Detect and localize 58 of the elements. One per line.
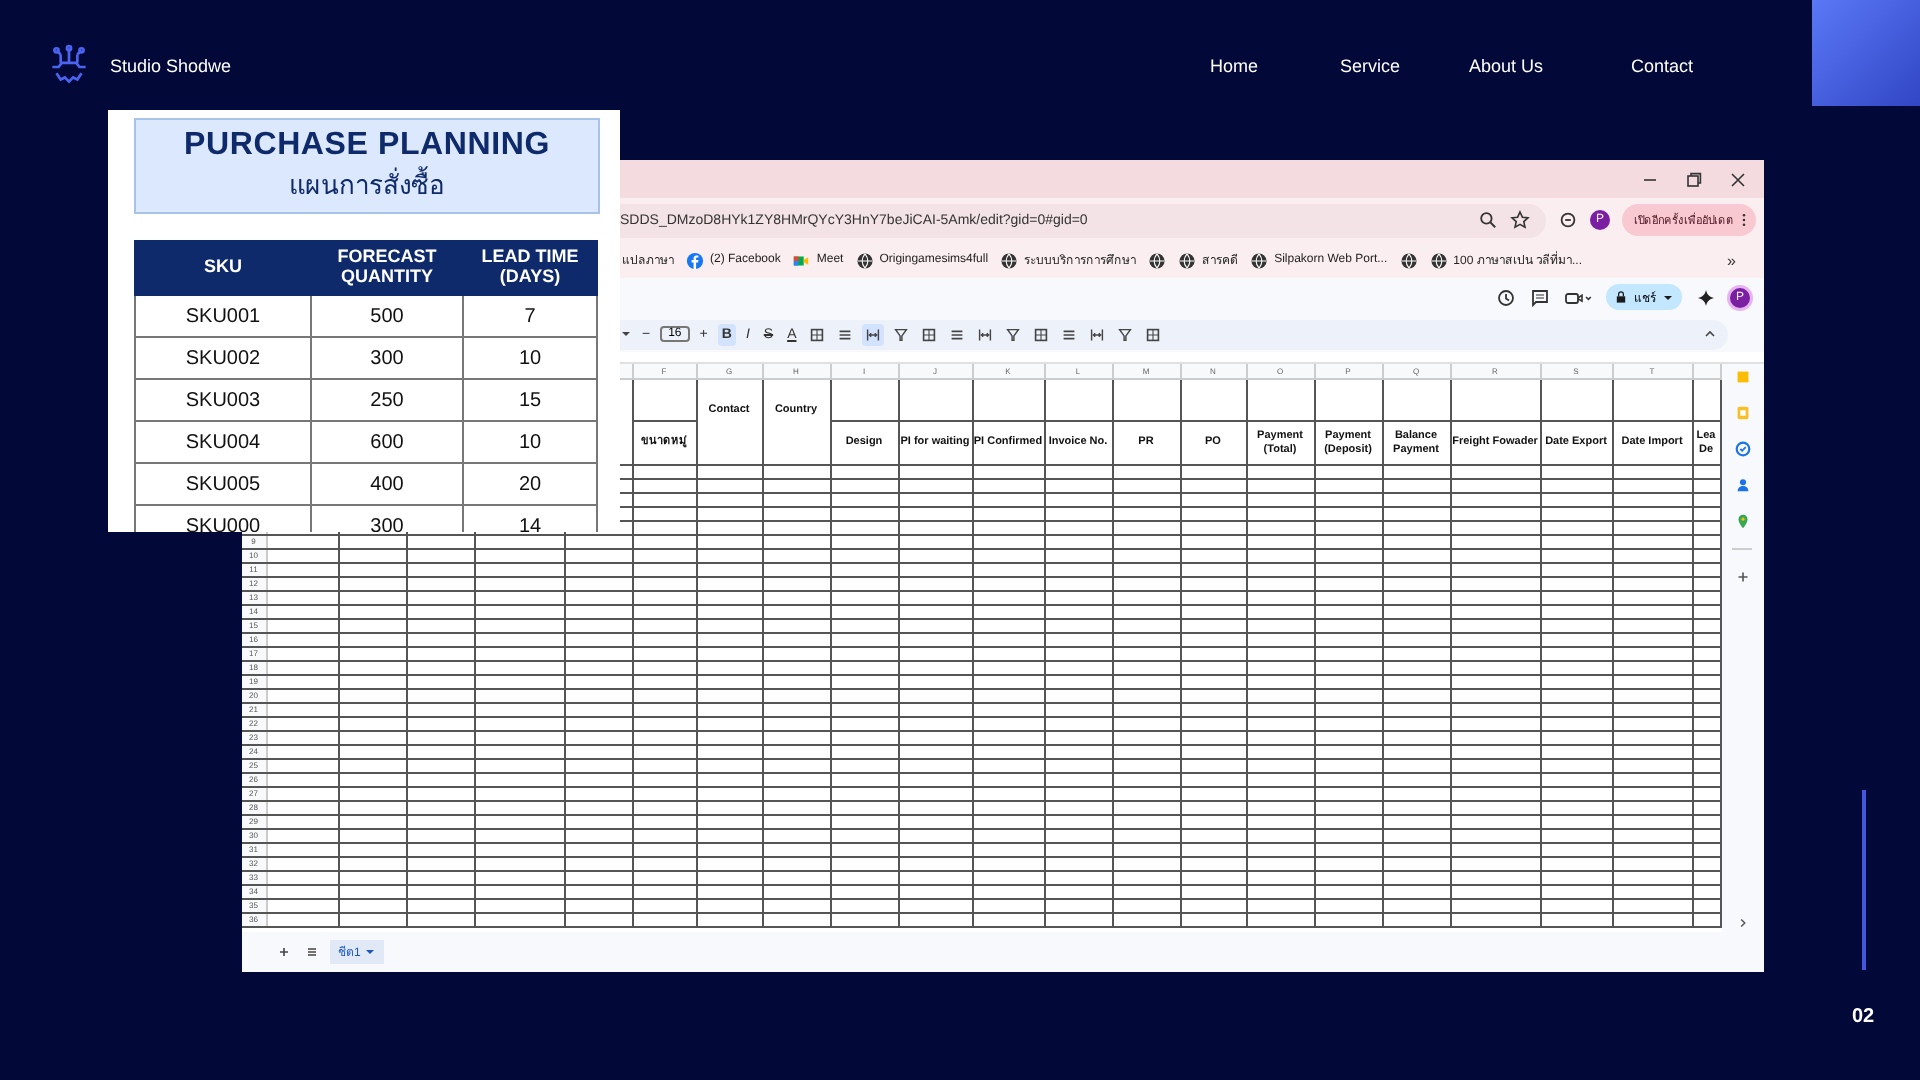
table-cell: SKU002: [135, 337, 311, 379]
card-title: PURCHASE PLANNING: [184, 127, 550, 163]
map-pin-icon[interactable]: [1733, 512, 1752, 530]
table-cell: 500: [311, 295, 463, 337]
video-call-icon[interactable]: [1564, 287, 1592, 307]
globe-icon[interactable]: [1148, 251, 1167, 269]
close-icon[interactable]: [1728, 169, 1748, 189]
table-cell: SKU004: [135, 421, 311, 463]
more-icon[interactable]: [1740, 212, 1748, 228]
table-header: LEAD TIME (DAYS): [463, 241, 597, 295]
zoom-icon[interactable]: [1478, 210, 1498, 230]
nav-link[interactable]: Home: [1166, 56, 1302, 76]
table-header: SKU: [135, 241, 311, 295]
more-bookmarks-button[interactable]: »: [1727, 251, 1736, 269]
menu-icon[interactable]: [302, 942, 322, 962]
globe-icon[interactable]: [1250, 251, 1269, 269]
sparkle-icon[interactable]: [1696, 287, 1716, 307]
nav-link[interactable]: Contact: [1594, 56, 1730, 76]
caret-icon: [1662, 291, 1674, 303]
page-number: 02: [1852, 1006, 1875, 1028]
table-cell: 15: [463, 379, 597, 421]
add-sheet-icon[interactable]: [274, 942, 294, 962]
accent-square: [1812, 0, 1920, 106]
card-subtitle: แผนการสั่งซื้อ: [289, 164, 445, 203]
table-cell: 7: [463, 295, 597, 337]
table-cell: SKU001: [135, 295, 311, 337]
table-cell: 10: [463, 337, 597, 379]
globe-icon[interactable]: [1178, 251, 1197, 269]
globe-icon[interactable]: [855, 251, 874, 269]
person-icon[interactable]: [1733, 476, 1752, 494]
table-cell: SKU005: [135, 463, 311, 505]
video-camera-icon[interactable]: [792, 251, 811, 269]
globe-icon[interactable]: [1399, 251, 1418, 269]
history-icon[interactable]: [1496, 287, 1516, 307]
tasks-icon[interactable]: [1733, 440, 1752, 458]
add-icon[interactable]: [1733, 568, 1752, 586]
brand-name: Studio Shodwe: [110, 56, 232, 76]
table-cell: 300: [311, 337, 463, 379]
table-cell: 400: [311, 463, 463, 505]
nav-link[interactable]: Service: [1302, 56, 1438, 76]
table-cell: 10: [463, 421, 597, 463]
table-cell: SKU000: [135, 505, 311, 532]
collapse-icon[interactable]: [1704, 328, 1716, 340]
table-cell: 600: [311, 421, 463, 463]
table-cell: 250: [311, 379, 463, 421]
table-cell: 20: [463, 463, 597, 505]
table-header: FORECAST QUANTITY: [311, 241, 463, 295]
lock-icon: [1614, 290, 1628, 304]
nav-link[interactable]: About Us: [1438, 56, 1574, 76]
restore-icon[interactable]: [1684, 169, 1704, 189]
facebook-icon[interactable]: [686, 251, 704, 269]
globe-icon[interactable]: [1429, 251, 1448, 269]
caret-icon[interactable]: [620, 328, 632, 340]
star-icon[interactable]: [1510, 210, 1530, 230]
merge-cells-icon[interactable]: [862, 323, 885, 345]
caret-icon: [364, 946, 377, 958]
globe-icon[interactable]: [1000, 251, 1019, 269]
table-cell: SKU003: [135, 379, 311, 421]
